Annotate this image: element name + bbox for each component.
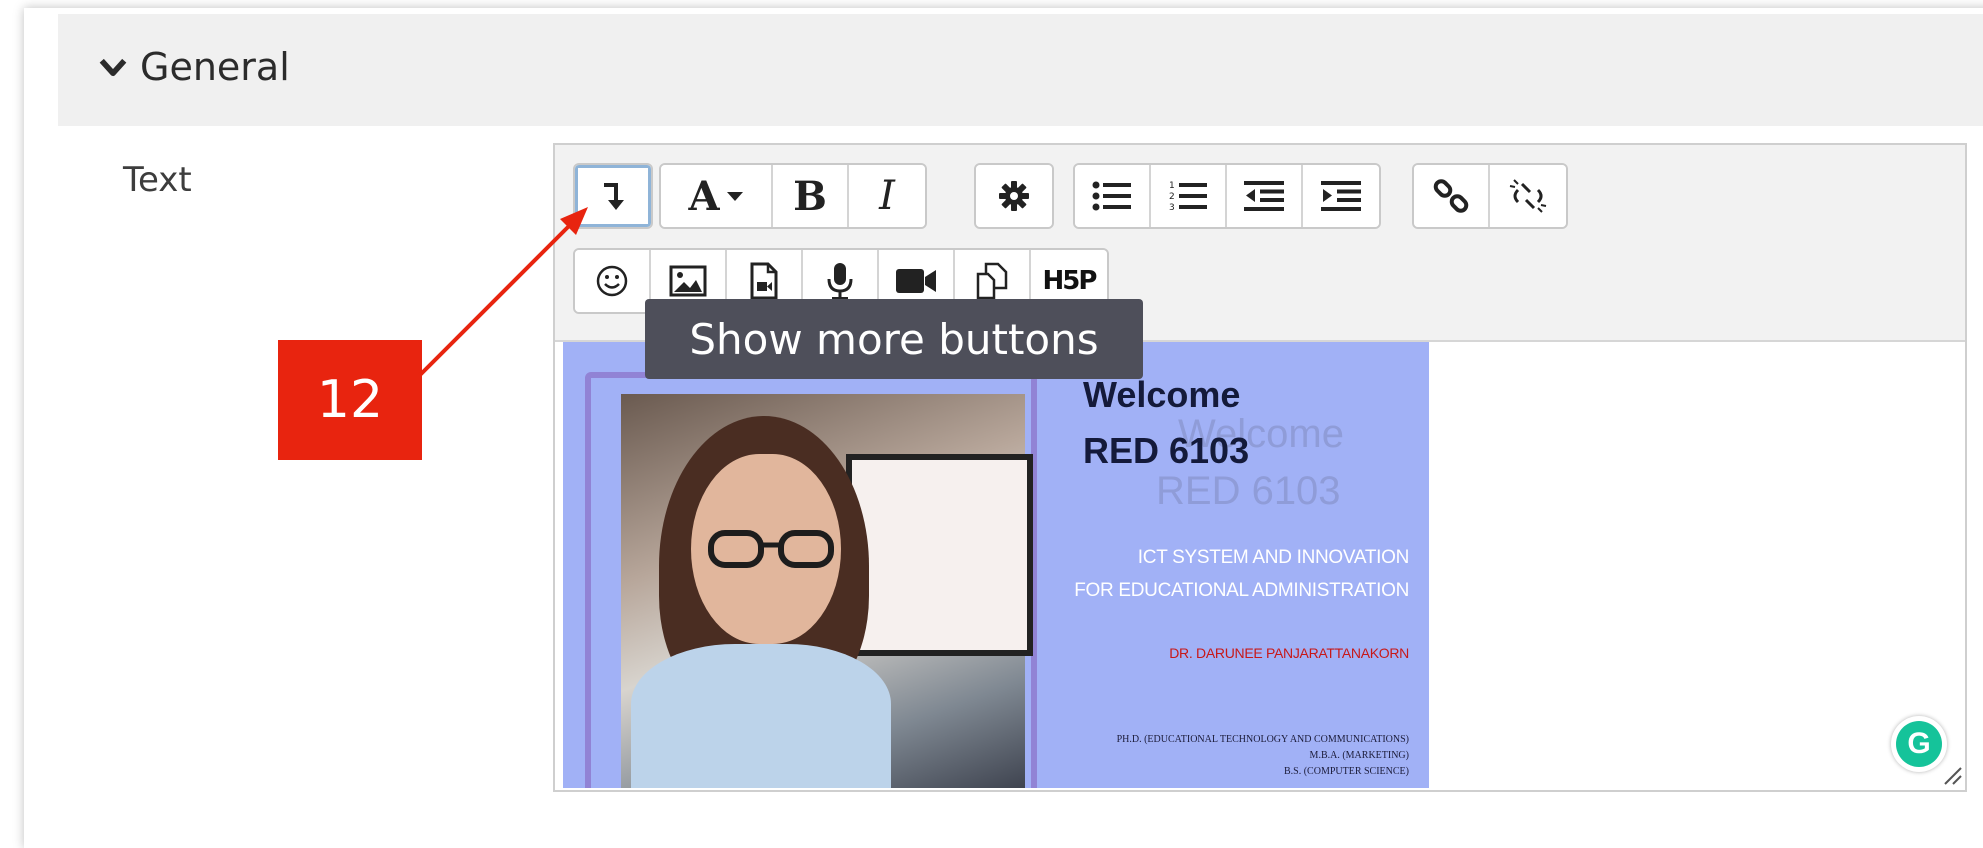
svg-text:1: 1 [1169, 181, 1175, 191]
unlink-icon [1509, 179, 1547, 213]
font-style-button[interactable]: A [661, 165, 773, 227]
files-icon [976, 262, 1008, 300]
indent-icon [1321, 181, 1361, 211]
field-label: Text [123, 160, 192, 200]
unordered-list-button[interactable] [1075, 165, 1151, 227]
image-icon [669, 265, 707, 297]
banner-degree-1: PH.D. (EDUCATIONAL TECHNOLOGY AND COMMUN… [1116, 734, 1409, 745]
svg-text:2: 2 [1169, 192, 1175, 202]
show-more-arrow-icon [604, 183, 624, 210]
settings-button[interactable] [976, 165, 1052, 227]
caret-down-icon [726, 192, 743, 201]
resize-handle-icon[interactable] [1941, 764, 1963, 786]
italic-button[interactable]: I [849, 165, 925, 227]
banner-degree-3: B.S. (COMPUTER SCIENCE) [1283, 766, 1409, 777]
indent-button[interactable] [1303, 165, 1379, 227]
link-button[interactable] [1414, 165, 1490, 227]
banner-welcome: Welcome [1083, 374, 1241, 415]
grammarly-icon: G [1896, 721, 1942, 767]
banner-course-code: RED 6103 [1083, 430, 1250, 471]
instructor-photo [621, 394, 1033, 788]
unordered-list-icon [1092, 181, 1131, 211]
gear-icon [999, 181, 1029, 211]
section-toggle[interactable]: General [98, 45, 290, 89]
section-title: General [140, 45, 290, 89]
banner-subtitle-line2: FOR EDUCATIONAL ADMINISTRATION [1074, 580, 1409, 601]
ordered-list-icon: 123 [1169, 181, 1207, 213]
smiley-icon [596, 265, 628, 297]
outdent-button[interactable] [1227, 165, 1303, 227]
banner-instructor-name: DR. DARUNEE PANJARATTANAKORN [1169, 645, 1409, 661]
toolbar-group-settings [974, 163, 1054, 229]
bold-button[interactable]: B [773, 165, 849, 227]
text-editor[interactable]: A B I 123 H5P Welcome RED 6103 Welcome R… [553, 143, 1967, 792]
tooltip-show-more-buttons: Show more buttons [645, 299, 1143, 379]
emoji-button[interactable] [575, 250, 651, 312]
step-callout-badge: 12 [278, 340, 422, 460]
ordered-list-button[interactable]: 123 [1151, 165, 1227, 227]
toolbar-group-toggle [573, 163, 653, 229]
outdent-icon [1244, 181, 1284, 211]
svg-text:3: 3 [1169, 203, 1175, 213]
toolbar-group-text: A B I [659, 163, 927, 229]
banner-subtitle-line1: ICT SYSTEM AND INNOVATION [1137, 547, 1410, 568]
section-header[interactable] [58, 14, 1983, 126]
video-camera-icon [896, 269, 936, 293]
media-file-icon [750, 262, 778, 300]
show-more-toggle-button[interactable] [575, 165, 651, 227]
toolbar-group-lists: 123 [1073, 163, 1381, 229]
banner-ghost-course: RED 6103 [1156, 469, 1341, 513]
banner-degree-2: M.B.A. (MARKETING) [1309, 750, 1409, 761]
link-icon [1433, 179, 1469, 213]
grammarly-button[interactable]: G [1891, 716, 1947, 772]
toolbar-group-links [1412, 163, 1568, 229]
welcome-banner-image: Welcome RED 6103 Welcome RED 6103 ICT SY… [563, 342, 1429, 788]
editor-content[interactable]: Welcome RED 6103 Welcome RED 6103 ICT SY… [555, 342, 1965, 788]
unlink-button[interactable] [1490, 165, 1566, 227]
chevron-down-icon [99, 58, 127, 77]
microphone-icon [827, 263, 853, 300]
